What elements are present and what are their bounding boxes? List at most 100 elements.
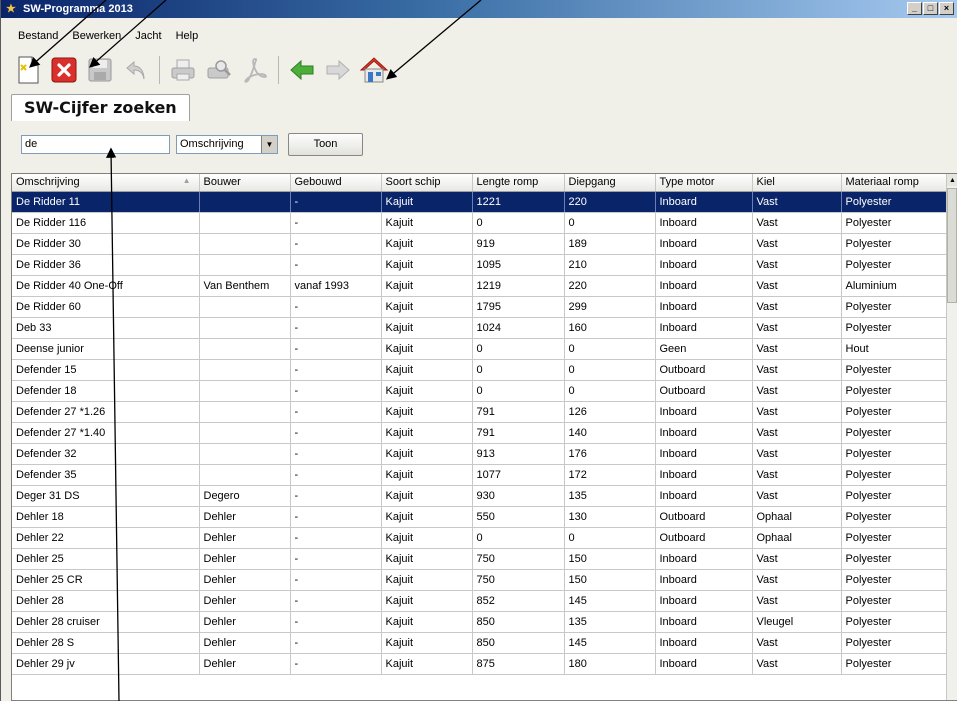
cell-materiaal-romp: Polyester	[841, 464, 949, 486]
cell-materiaal-romp: Aluminium	[841, 275, 949, 297]
close-button[interactable]: ×	[939, 2, 954, 15]
cell-omschrijving: Defender 35	[12, 464, 200, 486]
table-row[interactable]: De Ridder 11 - Kajuit 1221 220 Inboard Vast Pol…	[12, 191, 949, 213]
cell-soort-schip: Kajuit	[381, 632, 473, 654]
home-icon	[359, 57, 389, 83]
cell-type-motor: Inboard	[655, 548, 753, 570]
app-icon: ★	[6, 3, 16, 15]
print-preview-button[interactable]	[204, 54, 234, 86]
cell-gebouwd: -	[290, 548, 382, 570]
cell-materiaal-romp: Polyester	[841, 317, 949, 339]
scroll-thumb[interactable]	[947, 188, 957, 303]
table-row[interactable]: Deger 31 DS Degero - Kajuit 930 135 Inboard Vas…	[12, 485, 949, 507]
cell-kiel: Vast	[752, 338, 842, 360]
search-field-select[interactable]: Omschrijving ▼	[176, 134, 278, 154]
print-preview-icon	[207, 60, 231, 79]
cell-diepgang: 130	[564, 506, 656, 528]
table-row[interactable]: De Ridder 30 - Kajuit 919 189 Inboard Vast Poly…	[12, 233, 949, 255]
sort-ascending-icon: ▲	[182, 176, 191, 186]
cell-diepgang: 0	[564, 212, 656, 234]
new-button[interactable]	[13, 54, 43, 86]
save-button[interactable]	[85, 54, 115, 86]
cell-omschrijving: De Ridder 30	[12, 233, 200, 255]
column-header-soort-schip[interactable]: Soort schip	[381, 174, 473, 192]
cell-type-motor: Inboard	[655, 191, 753, 213]
table-row[interactable]: Dehler 22 Dehler - Kajuit 0 0 Outboard Ophaal Po…	[12, 527, 949, 549]
table-row[interactable]: Defender 27 *1.26 - Kajuit 791 126 Inboard Vas…	[12, 401, 949, 423]
table-row[interactable]: Defender 32 - Kajuit 913 176 Inboard Vast Polye…	[12, 443, 949, 465]
cell-kiel: Vast	[752, 317, 842, 339]
table-row[interactable]: Dehler 25 Dehler - Kajuit 750 150 Inboard Vast P…	[12, 548, 949, 570]
delete-icon	[51, 57, 77, 83]
table-row[interactable]: Deense junior - Kajuit 0 0 Geen Vast Hout	[12, 338, 949, 360]
column-header-diepgang[interactable]: Diepgang	[564, 174, 656, 192]
results-grid: Omschrijving ▲ Bouwer Gebouwd Soort schip…	[11, 173, 957, 701]
cell-omschrijving: Defender 32	[12, 443, 200, 465]
column-header-gebouwd[interactable]: Gebouwd	[290, 174, 382, 192]
cell-bouwer: Dehler	[199, 653, 291, 675]
title-bar[interactable]: ★ SW-Programma 2013 _ □ ×	[1, 0, 957, 18]
table-row[interactable]: Defender 15- Kajuit 0 0 Outboard Vast Polyeste…	[12, 359, 949, 381]
cell-diepgang: 0	[564, 338, 656, 360]
cell-bouwer: Dehler	[199, 632, 291, 654]
column-header-materiaal-romp[interactable]: Materiaal romp	[841, 174, 949, 192]
cell-bouwer: Dehler	[199, 548, 291, 570]
cell-diepgang: 220	[564, 191, 656, 213]
table-row[interactable]: Defender 35 - Kajuit 1077 172 Inboard Vast Poly…	[12, 464, 949, 486]
menu-bewerken[interactable]: Bewerken	[65, 26, 128, 46]
table-row[interactable]: Defender 27 *1.40 - Kajuit 791 140 Inboard Vas…	[12, 422, 949, 444]
column-header-lengte-romp[interactable]: Lengte romp	[472, 174, 565, 192]
undo-button[interactable]	[121, 54, 151, 86]
menu-help[interactable]: Help	[169, 26, 206, 46]
scroll-up-icon[interactable]: ▲	[947, 174, 957, 186]
cell-gebouwd: -	[290, 380, 382, 402]
table-row[interactable]: De Ridder 116- Kajuit 0 0 Inboard Vast Polyest…	[12, 212, 949, 234]
maximize-button[interactable]: □	[923, 2, 938, 15]
minimize-button[interactable]: _	[907, 2, 922, 15]
cell-gebouwd: -	[290, 506, 382, 528]
table-row[interactable]: Defender 18- Kajuit 0 0 Outboard Vast Polyeste…	[12, 380, 949, 402]
cell-lengte-romp: 791	[472, 401, 565, 423]
cell-omschrijving: Deger 31 DS	[12, 485, 200, 507]
table-row[interactable]: De Ridder 60 - Kajuit 1795 299 Inboard Vast Pol…	[12, 296, 949, 318]
back-button[interactable]	[287, 54, 317, 86]
table-row[interactable]: De Ridder 40 One-Off Van Benthem vanaf 199…	[12, 275, 949, 297]
home-button[interactable]	[359, 54, 389, 86]
pdf-button[interactable]	[240, 54, 270, 86]
cell-kiel: Vast	[752, 443, 842, 465]
print-button[interactable]	[168, 54, 198, 86]
cell-gebouwd: -	[290, 443, 382, 465]
cell-omschrijving: Dehler 29 jv	[12, 653, 200, 675]
cell-lengte-romp: 1219	[472, 275, 565, 297]
table-row[interactable]: Dehler 28 S Dehler - Kajuit 850 145 Inboard Vas…	[12, 632, 949, 654]
cell-materiaal-romp: Polyester	[841, 506, 949, 528]
menu-jacht[interactable]: Jacht	[128, 26, 168, 46]
cell-lengte-romp: 930	[472, 485, 565, 507]
table-row[interactable]: Dehler 25 CR Dehler - Kajuit 750 150 Inboard Va…	[12, 569, 949, 591]
dropdown-arrow-icon[interactable]: ▼	[261, 135, 277, 153]
print-icon	[171, 59, 195, 81]
cell-soort-schip: Kajuit	[381, 317, 473, 339]
cell-lengte-romp: 1077	[472, 464, 565, 486]
search-input[interactable]	[21, 134, 170, 154]
table-row[interactable]: Deb 33 - Kajuit 1024 160 Inboard Vast Polyester	[12, 317, 949, 339]
forward-button[interactable]	[323, 54, 353, 86]
table-row[interactable]: Dehler 18 Dehler - Kajuit 550 130 Outboard Opha…	[12, 506, 949, 528]
vertical-scrollbar[interactable]: ▲	[946, 174, 957, 700]
table-row[interactable]: Dehler 28 cruiser Dehler - Kajuit 850 135 Inbo…	[12, 611, 949, 633]
cell-type-motor: Inboard	[655, 653, 753, 675]
cell-kiel: Vast	[752, 548, 842, 570]
cell-bouwer	[199, 380, 291, 402]
delete-button[interactable]	[49, 54, 79, 86]
table-row[interactable]: Dehler 29 jv Dehler - Kajuit 875 180 Inboard Va…	[12, 653, 949, 675]
menu-bestand[interactable]: Bestand	[11, 26, 65, 46]
column-header-bouwer[interactable]: Bouwer	[199, 174, 291, 192]
table-row[interactable]: Dehler 28 Dehler - Kajuit 852 145 Inboard Vast P…	[12, 590, 949, 612]
column-header-omschrijving[interactable]: Omschrijving ▲	[12, 174, 200, 192]
column-header-kiel[interactable]: Kiel	[752, 174, 842, 192]
table-row[interactable]: De Ridder 36 - Kajuit 1095 210 Inboard Vast Pol…	[12, 254, 949, 276]
cell-bouwer: Dehler	[199, 590, 291, 612]
toon-button[interactable]: Toon	[288, 132, 363, 156]
column-header-type-motor[interactable]: Type motor	[655, 174, 753, 192]
tab-sw-cijfer-zoeken[interactable]: SW-Cijfer zoeken	[11, 94, 190, 121]
